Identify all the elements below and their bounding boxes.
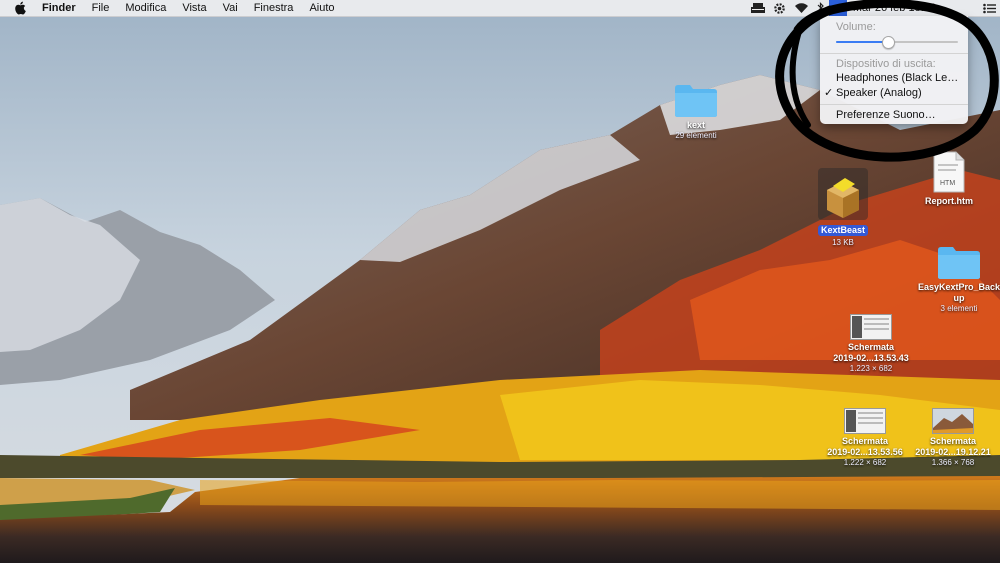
desktop-icon-label: kext: [686, 120, 705, 130]
bluetooth-icon[interactable]: [816, 1, 826, 15]
desktop-icon-info: 13 KB: [832, 238, 854, 247]
folder-icon: [658, 78, 734, 118]
menubar-clock[interactable]: Mar 26 feb 18:18: [853, 2, 936, 14]
menu-separator: [820, 104, 968, 105]
screenshot-thumbnail-icon: [818, 402, 912, 434]
device-item-label: Headphones (Black Le…: [836, 72, 959, 84]
screenshot-thumbnail-icon: [908, 402, 998, 434]
desktop-icon-label: Schermata: [847, 342, 895, 352]
file-type-badge: HTM: [940, 180, 956, 187]
sound-preferences-item[interactable]: Preferenze Suono…: [820, 108, 968, 123]
volume-header: Volume:: [836, 21, 876, 33]
desktop-icon-label-line2: 2019-02...13.53.56: [827, 447, 903, 457]
desktop-icon-info: 29 elementi: [675, 131, 717, 140]
folder-icon: [918, 240, 1000, 280]
menu-bar: Finder File Modifica Vista Vai Finestra …: [0, 0, 1000, 17]
screenshot-thumbnail-icon: [826, 308, 916, 340]
volume-slider-fill: [836, 41, 889, 43]
desktop-icon-label: Schermata: [841, 436, 889, 446]
desktop-icon-label-line2: up: [953, 293, 965, 303]
desktop-icon-screenshot-1[interactable]: Schermata 2019-02...13.53.43 1.223 × 682: [826, 308, 916, 374]
desktop-icon-info: 1.223 × 682: [849, 364, 893, 373]
menu-view[interactable]: Vista: [174, 0, 214, 16]
desktop-icon-label: Schermata: [929, 436, 977, 446]
volume-icon[interactable]: [828, 0, 847, 16]
desktop-icon-screenshot-2[interactable]: Schermata 2019-02...13.53.56 1.222 × 682: [818, 402, 912, 468]
sound-preferences-label: Preferenze Suono…: [836, 109, 936, 121]
volume-slider[interactable]: [836, 34, 958, 50]
volume-dropdown-menu: Volume: Dispositivo di uscita: Headphone…: [820, 16, 968, 124]
desktop-icon-label: EasyKextPro_Back: [918, 282, 1000, 292]
desktop-icon-screenshot-3[interactable]: Schermata 2019-02...19.12.21 1.366 × 768: [908, 402, 998, 468]
apple-logo-icon[interactable]: [14, 1, 28, 15]
installer-package-icon: [818, 168, 868, 220]
desktop-icon-kext[interactable]: kext 29 elementi: [658, 78, 734, 141]
wifi-icon[interactable]: [794, 1, 810, 15]
desktop-icon-info: 3 elementi: [940, 304, 978, 313]
desktop-icon-report[interactable]: HTM Report.htm: [912, 148, 986, 207]
output-device-header: Dispositivo di uscita:: [836, 58, 936, 70]
menu-help[interactable]: Aiuto: [301, 0, 342, 16]
menu-app-name[interactable]: Finder: [38, 0, 84, 16]
menu-window[interactable]: Finestra: [246, 0, 302, 16]
volume-slider-knob[interactable]: [882, 36, 896, 49]
desktop-icon-label-line2: 2019-02...13.53.43: [833, 353, 909, 363]
keychain-icon[interactable]: [750, 1, 766, 15]
spotlight-placeholder: [945, 1, 975, 15]
checkmark-icon: ✓: [824, 87, 834, 99]
menu-separator: [820, 53, 968, 54]
html-document-icon: [912, 148, 986, 194]
desktop-icon-info: 1.366 × 768: [931, 458, 975, 467]
desktop-icon-label: KextBeast: [817, 225, 869, 236]
device-item-speaker[interactable]: ✓ Speaker (Analog): [820, 86, 968, 101]
desktop-icon-easykextpro[interactable]: EasyKextPro_Back up 3 elementi: [918, 240, 1000, 314]
menu-edit[interactable]: Modifica: [117, 0, 174, 16]
desktop-icon-info: 1.222 × 682: [843, 458, 887, 467]
gear-sync-icon[interactable]: [772, 1, 788, 15]
menu-file[interactable]: File: [84, 0, 118, 16]
device-item-headphones[interactable]: Headphones (Black Le…: [820, 71, 968, 86]
control-strip-list-icon[interactable]: [981, 1, 997, 15]
desktop-icon-label-line2: 2019-02...19.12.21: [915, 447, 991, 457]
desktop-icon-kextbeast[interactable]: KextBeast 13 KB: [810, 168, 876, 248]
menu-go[interactable]: Vai: [215, 0, 246, 16]
device-item-label: Speaker (Analog): [836, 87, 922, 99]
desktop-icon-label: Report.htm: [925, 196, 973, 206]
